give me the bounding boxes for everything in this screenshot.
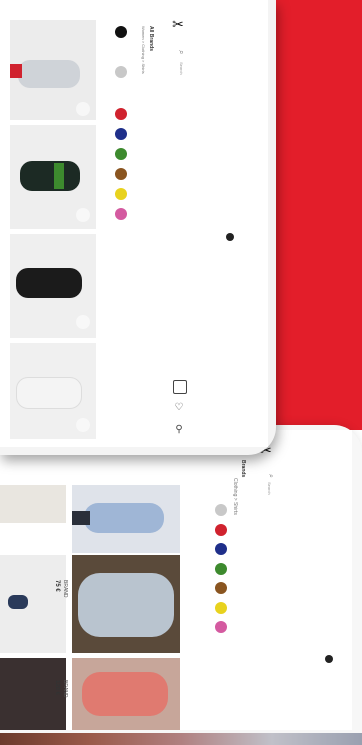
color-swatch[interactable] (215, 621, 227, 633)
favorite-button[interactable] (76, 315, 90, 329)
color-swatch[interactable] (115, 208, 127, 220)
favorite-button[interactable] (188, 506, 202, 520)
model-figure (18, 60, 80, 88)
favorite-button[interactable] (76, 418, 90, 432)
model-accent (10, 64, 22, 78)
model-figure-legs (72, 511, 90, 525)
brand-filter-label[interactable]: All Brands (148, 26, 154, 51)
favorite-button[interactable] (76, 208, 90, 222)
breadcrumb: Clothing > Shirts (232, 478, 238, 515)
product-price: 75 € (54, 580, 60, 592)
color-swatch[interactable] (115, 128, 127, 140)
favorite-button[interactable] (188, 690, 202, 704)
tablet-top-screen: ✂ All Brands Women > Clothing > Shirts ⌕… (0, 0, 268, 447)
search-input[interactable]: Search (179, 62, 184, 75)
color-swatch[interactable] (115, 168, 127, 180)
color-swatch[interactable] (115, 188, 127, 200)
color-swatch[interactable] (215, 504, 227, 516)
product-card[interactable] (72, 555, 180, 653)
bag-icon[interactable] (173, 380, 187, 394)
product-card[interactable] (72, 485, 180, 553)
heart-icon[interactable]: ♡ (173, 402, 185, 414)
model-figure (82, 672, 168, 716)
bottom-strip (0, 733, 362, 745)
color-swatch[interactable] (115, 26, 127, 38)
user-icon[interactable]: ⚲ (173, 424, 185, 436)
color-swatch[interactable] (115, 148, 127, 160)
search-icon[interactable]: ⌕ (176, 50, 186, 54)
product-brand: BRAND (62, 680, 68, 698)
search-input[interactable]: Search (267, 482, 272, 495)
scissors-logo-icon: ✂ (172, 16, 184, 32)
color-swatch[interactable] (115, 66, 127, 78)
model-figure (20, 161, 80, 191)
model-figure (78, 573, 174, 637)
camera-dot (325, 655, 333, 663)
model-accent (54, 163, 64, 189)
favorite-button[interactable] (76, 102, 90, 116)
color-swatch[interactable] (215, 543, 227, 555)
color-swatch[interactable] (215, 562, 227, 575)
color-swatch[interactable] (215, 601, 227, 614)
breadcrumb: Women > Clothing > Shirts (141, 26, 146, 74)
model-figure (16, 268, 82, 298)
product-card[interactable] (72, 658, 180, 730)
product-price: 120 € (54, 680, 60, 696)
product-card-left[interactable] (0, 485, 66, 523)
model-figure (8, 595, 28, 609)
camera-dot (226, 233, 234, 241)
brand-filter-label[interactable]: Brands (240, 460, 246, 477)
color-swatch[interactable] (215, 523, 227, 536)
color-swatch[interactable] (215, 582, 227, 594)
search-icon[interactable]: ⌕ (266, 474, 274, 478)
product-brand: BRAND (62, 580, 68, 598)
red-background-right (300, 0, 362, 420)
favorite-button[interactable] (188, 605, 202, 619)
color-swatch[interactable] (115, 108, 127, 120)
tablet-bottom-screen: BRAND 75 € BRAND 120 € ✂ Brands Clothing… (0, 430, 352, 730)
product-card-left[interactable] (0, 555, 66, 653)
model-figure (84, 503, 164, 533)
model-figure (16, 377, 82, 409)
